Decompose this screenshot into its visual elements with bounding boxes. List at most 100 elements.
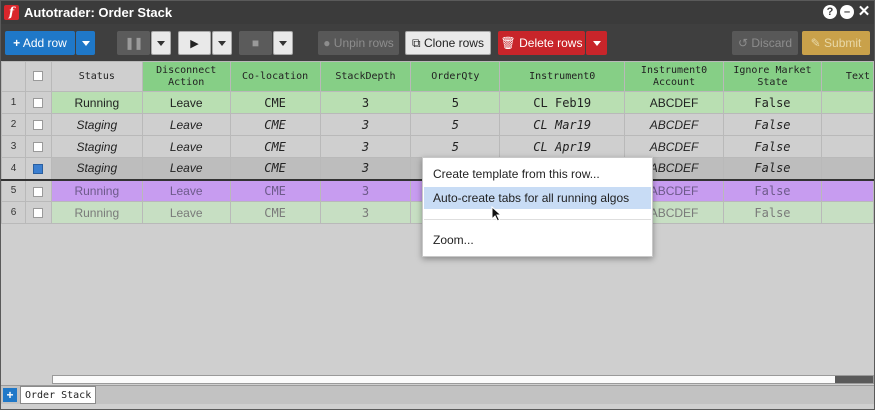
row-select-cell[interactable] — [24, 157, 52, 180]
horizontal-scrollbar[interactable] — [52, 375, 874, 384]
cell-stackdepth[interactable]: 3 — [319, 157, 412, 180]
col-instrument[interactable]: Instrument0 — [499, 61, 626, 92]
cell-instrument[interactable]: CL Feb19 — [499, 91, 626, 114]
col-orderqty[interactable]: OrderQty — [410, 61, 501, 92]
add-row-dropdown[interactable] — [76, 31, 95, 55]
cell-instrument[interactable]: CL Apr19 — [499, 135, 626, 158]
cell-account[interactable]: ABCDEF — [624, 113, 724, 136]
row-select-cell[interactable] — [24, 135, 52, 158]
col-colocation[interactable]: Co-location — [229, 61, 321, 92]
cell-status[interactable]: Staging — [50, 113, 143, 136]
table-row[interactable]: 3 Staging Leave CME 3 5 CL Apr19 ABCDEF … — [1, 135, 874, 158]
cell-colocation[interactable]: CME — [229, 135, 321, 158]
play-dropdown[interactable] — [212, 31, 232, 55]
menu-item-zoom[interactable]: Zoom... — [424, 229, 651, 251]
delete-rows-button[interactable]: 🗑 Delete rows — [498, 31, 585, 55]
stop-dropdown[interactable] — [273, 31, 293, 55]
cell-colocation[interactable]: CME — [229, 179, 321, 202]
cell-stackdepth[interactable]: 3 — [319, 179, 412, 202]
stop-button[interactable]: ■ — [239, 31, 272, 55]
cell-ignore[interactable]: False — [722, 179, 822, 202]
cell-instrument[interactable]: CL Mar19 — [499, 113, 626, 136]
cell-disconnect[interactable]: Leave — [141, 113, 231, 136]
submit-button[interactable]: ✎ Submit — [802, 31, 870, 55]
cell-account[interactable]: ABCDEF — [624, 91, 724, 114]
col-stackdepth[interactable]: StackDepth — [319, 61, 412, 92]
cell-text[interactable] — [820, 113, 874, 136]
cell-disconnect[interactable]: Leave — [141, 91, 231, 114]
help-icon[interactable]: ? — [823, 5, 837, 19]
cell-disconnect[interactable]: Leave — [141, 157, 231, 180]
col-disconnect-action[interactable]: Disconnect Action — [141, 61, 231, 92]
table-row[interactable]: 1 Running Leave CME 3 5 CL Feb19 ABCDEF … — [1, 91, 874, 114]
col-ignore-market-state[interactable]: Ignore Market State — [722, 61, 822, 92]
row-checkbox[interactable] — [33, 120, 44, 131]
cell-orderqty[interactable]: 5 — [410, 135, 501, 158]
cell-text[interactable] — [820, 179, 874, 202]
cell-ignore[interactable]: False — [722, 91, 822, 114]
row-select-cell[interactable] — [24, 113, 52, 136]
cell-colocation[interactable]: CME — [229, 201, 321, 224]
add-row-button[interactable]: + Add row — [5, 31, 75, 55]
cell-colocation[interactable]: CME — [229, 157, 321, 180]
row-checkbox[interactable] — [33, 208, 44, 219]
table-row[interactable]: 2 Staging Leave CME 3 5 CL Mar19 ABCDEF … — [1, 113, 874, 136]
scrollbar-thumb[interactable] — [835, 376, 873, 383]
close-icon[interactable]: ✕ — [857, 4, 871, 19]
row-checkbox[interactable] — [33, 98, 44, 109]
row-number: 3 — [1, 135, 26, 158]
pause-button[interactable]: ❚❚ — [117, 31, 150, 55]
cell-disconnect[interactable]: Leave — [141, 201, 231, 224]
cell-ignore[interactable]: False — [722, 201, 822, 224]
cell-orderqty[interactable]: 5 — [410, 91, 501, 114]
cell-text[interactable] — [820, 157, 874, 180]
select-all-header[interactable] — [24, 61, 52, 92]
row-checkbox[interactable] — [33, 142, 44, 153]
add-tab-button[interactable]: + — [3, 388, 17, 402]
cell-stackdepth[interactable]: 3 — [319, 135, 412, 158]
app-logo: f — [4, 5, 19, 20]
cell-stackdepth[interactable]: 3 — [319, 201, 412, 224]
cell-stackdepth[interactable]: 3 — [319, 91, 412, 114]
tab-order-stack[interactable]: Order Stack — [20, 386, 97, 404]
col-status[interactable]: Status — [50, 61, 143, 92]
row-select-cell[interactable] — [24, 201, 52, 224]
delete-rows-dropdown[interactable] — [586, 31, 607, 55]
col-account[interactable]: Instrument0 Account — [624, 61, 724, 92]
cell-colocation[interactable]: CME — [229, 113, 321, 136]
select-all-checkbox[interactable] — [33, 70, 44, 81]
cell-orderqty[interactable]: 5 — [410, 113, 501, 136]
cell-status[interactable]: Running — [50, 91, 143, 114]
menu-item-auto-create-tabs[interactable]: Auto-create tabs for all running algos — [424, 187, 651, 209]
row-select-cell[interactable] — [24, 179, 52, 202]
row-checkbox[interactable] — [33, 186, 44, 197]
cell-disconnect[interactable]: Leave — [141, 135, 231, 158]
pause-dropdown[interactable] — [151, 31, 171, 55]
row-checkbox[interactable] — [33, 164, 44, 175]
unpin-rows-button[interactable]: ● Unpin rows — [318, 31, 399, 55]
cell-stackdepth[interactable]: 3 — [319, 113, 412, 136]
cell-status[interactable]: Staging — [50, 157, 143, 180]
cell-disconnect[interactable]: Leave — [141, 179, 231, 202]
pin-icon: ● — [323, 36, 331, 50]
cell-status[interactable]: Running — [50, 179, 143, 202]
cell-text[interactable] — [820, 135, 874, 158]
cell-ignore[interactable]: False — [722, 157, 822, 180]
cell-text[interactable] — [820, 201, 874, 224]
cell-colocation[interactable]: CME — [229, 91, 321, 114]
cell-account[interactable]: ABCDEF — [624, 135, 724, 158]
cell-ignore[interactable]: False — [722, 135, 822, 158]
row-select-cell[interactable] — [24, 91, 52, 114]
menu-item-create-template[interactable]: Create template from this row... — [424, 163, 651, 185]
row-number: 4 — [1, 157, 26, 180]
cell-ignore[interactable]: False — [722, 113, 822, 136]
play-button[interactable]: ▶ — [178, 31, 211, 55]
col-text[interactable]: Text — [820, 61, 874, 92]
clone-rows-button[interactable]: ⧉ Clone rows — [405, 31, 491, 55]
cell-status[interactable]: Staging — [50, 135, 143, 158]
discard-button[interactable]: ↺ Discard — [732, 31, 798, 55]
cell-text[interactable] — [820, 91, 874, 114]
cell-status[interactable]: Running — [50, 201, 143, 224]
minimize-icon[interactable]: – — [840, 5, 854, 19]
menu-separator — [424, 219, 651, 220]
